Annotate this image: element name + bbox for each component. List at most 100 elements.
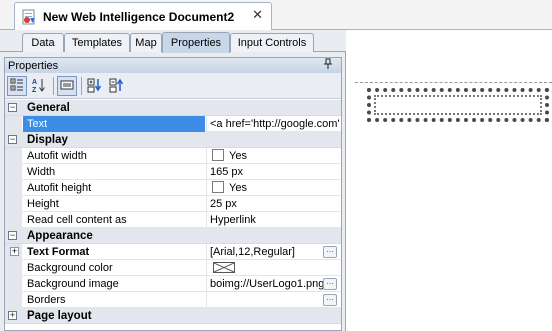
property-grid: − General Text <a href='http://google.co… (5, 100, 341, 324)
property-row-autofit-height[interactable]: Autofit height Yes (5, 180, 341, 196)
close-tab-icon[interactable]: ✕ (252, 7, 263, 23)
document-tab-bar: New Web Intelligence Document2 ✕ (0, 0, 552, 30)
property-row-height[interactable]: Height 25 px (5, 196, 341, 212)
document-title: New Web Intelligence Document2 (43, 9, 235, 24)
tab-map-label: Map (135, 37, 157, 49)
property-name: Background image (27, 278, 119, 290)
property-name: Read cell content as (27, 214, 127, 226)
category-display[interactable]: − Display (5, 132, 341, 148)
properties-panel-header: Properties (5, 58, 341, 73)
report-canvas[interactable] (347, 30, 552, 331)
text-format-value: [Arial,12,Regular] (210, 246, 295, 258)
category-general[interactable]: − General (5, 100, 341, 116)
property-value-background-color[interactable] (206, 260, 341, 276)
property-value-borders: ··· (206, 292, 341, 308)
page-margin-guide (355, 82, 552, 83)
property-name: Width (27, 166, 56, 178)
category-page-layout[interactable]: + Page layout (5, 308, 341, 324)
property-row-background-color[interactable]: Background color (5, 260, 341, 276)
property-row-text-format[interactable]: + Text Format [Arial,12,Regular] ··· (5, 244, 341, 260)
property-name: Text (23, 116, 205, 132)
property-value-text-format: [Arial,12,Regular] ··· (206, 244, 341, 260)
cell-content-area (374, 95, 542, 115)
category-label: Display (27, 134, 68, 146)
property-row-borders[interactable]: Borders ··· (5, 292, 341, 308)
expand-all-button[interactable] (85, 76, 105, 96)
svg-text:Z: Z (32, 87, 37, 93)
no-color-swatch-icon[interactable] (213, 262, 235, 273)
tab-data-label: Data (31, 37, 55, 49)
tab-templates[interactable]: Templates (64, 33, 130, 52)
svg-text:A: A (32, 79, 37, 86)
collapse-icon[interactable]: − (8, 135, 17, 144)
tab-map[interactable]: Map (130, 33, 162, 52)
alphabetical-icon: A Z (31, 77, 47, 96)
property-name: Autofit height (27, 182, 92, 194)
properties-panel: Properties A Z − General Text <a href='h… (4, 57, 342, 331)
collapse-icon[interactable]: − (8, 231, 17, 240)
property-value-autofit-height: Yes (206, 180, 341, 196)
property-value-read-cell-content[interactable]: Hyperlink (206, 212, 341, 228)
collapse-all-button[interactable] (107, 76, 127, 96)
property-pages-icon (60, 79, 74, 94)
web-intelligence-document-icon (21, 9, 37, 25)
row-gutter (5, 196, 22, 212)
property-name: Height (27, 198, 59, 210)
left-panel: Data Templates Map Properties Input Cont… (0, 30, 346, 331)
checkbox-label: Yes (229, 182, 247, 194)
properties-panel-title: Properties (8, 59, 59, 72)
ellipsis-button[interactable]: ··· (323, 278, 337, 290)
panel-tabs: Data Templates Map Properties Input Cont… (0, 30, 346, 53)
autofit-height-checkbox[interactable] (212, 181, 224, 193)
category-label: Appearance (27, 230, 93, 242)
row-gutter (5, 292, 22, 308)
property-name: Autofit width (27, 150, 87, 162)
expand-all-icon (87, 77, 103, 96)
property-value-background-image: boimg://UserLogo1.png ··· (206, 276, 341, 292)
property-pages-button[interactable] (57, 76, 77, 96)
properties-toolbar: A Z (5, 73, 341, 99)
row-gutter (5, 276, 22, 292)
tab-properties[interactable]: Properties (162, 32, 230, 53)
row-gutter (5, 116, 22, 132)
ellipsis-button[interactable]: ··· (323, 294, 337, 306)
ellipsis-button[interactable]: ··· (323, 246, 337, 258)
alphabetical-button[interactable]: A Z (29, 76, 49, 96)
categorized-button[interactable] (7, 76, 27, 96)
tab-data[interactable]: Data (22, 33, 64, 52)
document-tab[interactable]: New Web Intelligence Document2 ✕ (14, 2, 272, 30)
property-name: Borders (27, 294, 66, 306)
property-name: Text Format (27, 246, 90, 258)
row-gutter (5, 148, 22, 164)
property-row-read-cell-content[interactable]: Read cell content as Hyperlink (5, 212, 341, 228)
property-name: Background color (27, 262, 113, 274)
row-gutter (5, 180, 22, 196)
categorized-icon (10, 78, 24, 95)
property-value-autofit-width: Yes (206, 148, 341, 164)
row-gutter (5, 164, 22, 180)
collapse-icon[interactable]: − (8, 103, 17, 112)
expand-icon[interactable]: + (8, 311, 17, 320)
checkbox-label: Yes (229, 150, 247, 162)
category-label: Page layout (27, 310, 92, 322)
autofit-width-checkbox[interactable] (212, 149, 224, 161)
expand-icon[interactable]: + (10, 247, 19, 256)
property-row-background-image[interactable]: Background image boimg://UserLogo1.png ··… (5, 276, 341, 292)
tab-templates-label: Templates (71, 37, 123, 49)
category-appearance[interactable]: − Appearance (5, 228, 341, 244)
background-image-value: boimg://UserLogo1.png (210, 278, 325, 290)
toolbar-separator (81, 77, 82, 95)
tab-input-controls[interactable]: Input Controls (230, 33, 314, 52)
property-row-autofit-width[interactable]: Autofit width Yes (5, 148, 341, 164)
property-value-width[interactable]: 165 px (206, 164, 341, 180)
property-value-height[interactable]: 25 px (206, 196, 341, 212)
toolbar-separator (53, 77, 54, 95)
tab-input-controls-label: Input Controls (237, 37, 307, 49)
property-row-text[interactable]: Text <a href='http://google.com' s (5, 116, 341, 132)
property-value-text[interactable]: <a href='http://google.com' s (206, 116, 341, 132)
pin-icon[interactable] (323, 58, 333, 73)
property-row-width[interactable]: Width 165 px (5, 164, 341, 180)
tab-properties-label: Properties (170, 37, 222, 49)
selected-free-standing-cell[interactable] (367, 88, 549, 122)
row-gutter (5, 212, 22, 228)
